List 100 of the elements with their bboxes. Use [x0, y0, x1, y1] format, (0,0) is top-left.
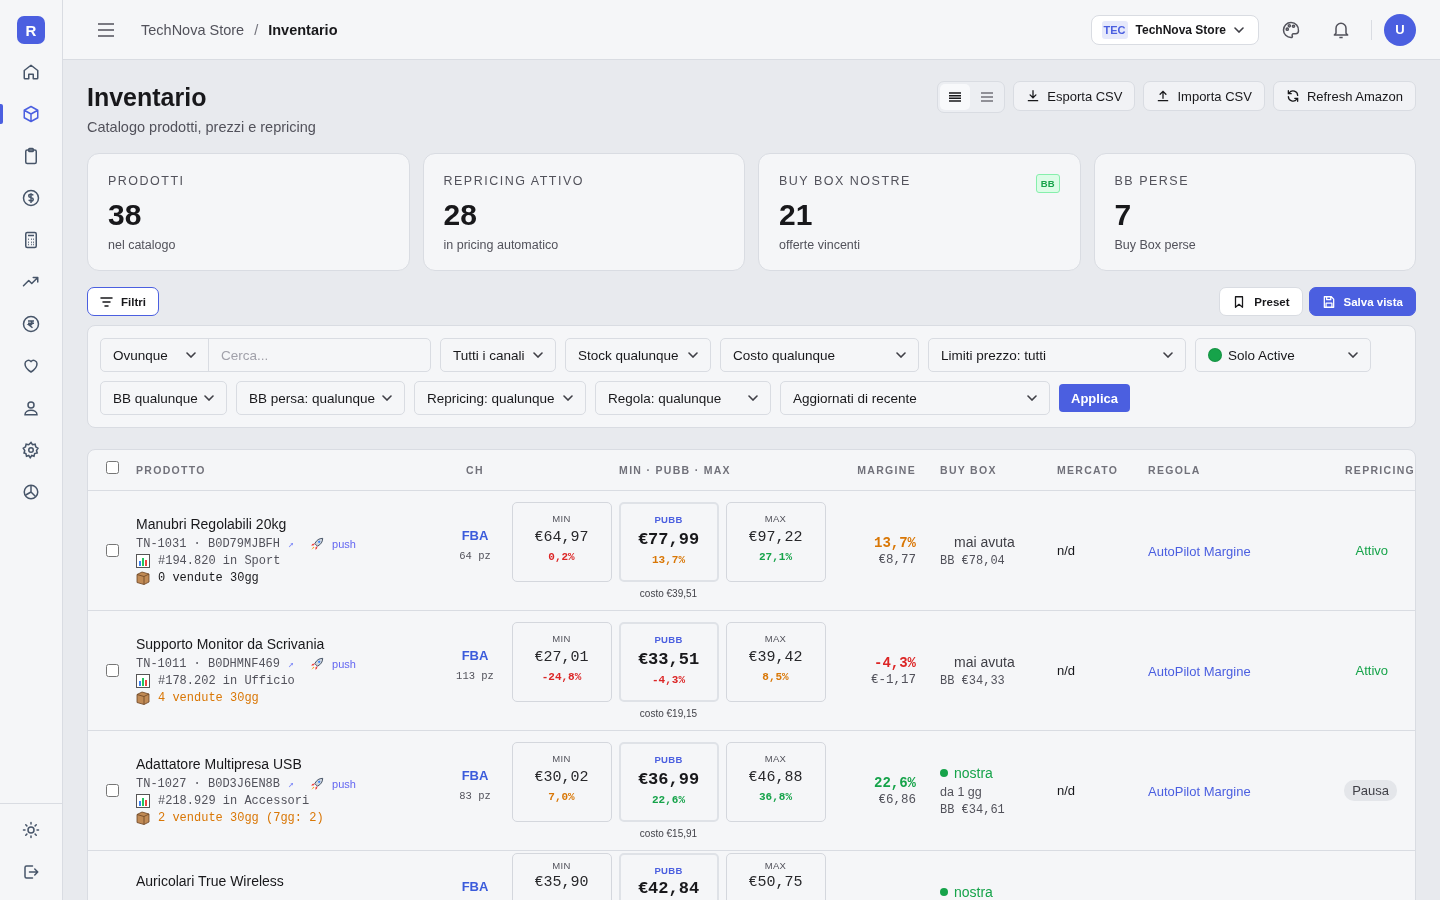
store-code-badge: TEC — [1101, 20, 1128, 39]
breadcrumb-current: Inventario — [268, 21, 338, 38]
price-value: €35,90 — [534, 874, 589, 891]
column-header: REPRICING — [1343, 464, 1415, 476]
price-percent: -4,3% — [652, 674, 685, 686]
filter-select[interactable]: Costo qualunque — [720, 338, 919, 372]
package-icon — [136, 691, 150, 705]
search-field[interactable]: Ovunque Cerca... — [100, 338, 431, 372]
stat-label: BUY BOX NOSTRE — [779, 174, 911, 188]
product-name: Manubri Regolabili 20kg — [136, 516, 288, 532]
price-label: MIN — [552, 513, 571, 524]
bar-chart-icon — [136, 674, 150, 688]
filter-select[interactable]: BB qualunque — [100, 381, 227, 415]
product-sku: TN-1027 · B0D3J6EN8B — [136, 777, 281, 791]
chevron-down-icon — [1027, 395, 1037, 401]
save-icon — [1321, 294, 1336, 309]
margin-percent: -4,3% — [874, 654, 916, 671]
filter-select[interactable]: Limiti prezzo: tutti — [928, 338, 1186, 372]
package-icon — [136, 811, 150, 825]
row-checkbox[interactable] — [105, 544, 119, 557]
filter-select[interactable]: Regola: qualunque — [595, 381, 771, 415]
push-link[interactable]: push — [332, 538, 356, 550]
filter-select[interactable]: Repricing: qualunque — [414, 381, 586, 415]
breadcrumb-separator: / — [254, 21, 259, 38]
filter-select[interactable]: Aggiornati di recente — [780, 381, 1050, 415]
scope-select[interactable]: Ovunque — [101, 339, 209, 371]
sales-count: 4 vendute 30gg — [158, 691, 259, 705]
calculator-icon — [22, 231, 40, 249]
store-selector[interactable]: TEC TechNova Store — [1090, 14, 1259, 45]
stock-count: 113 pz — [456, 669, 494, 682]
rocket-icon — [310, 777, 325, 791]
filter-select[interactable]: BB persa: qualunque — [236, 381, 405, 415]
price-value: €50,75 — [748, 874, 803, 891]
list-icon — [981, 92, 994, 102]
push-link[interactable]: push — [332, 778, 356, 790]
filters-button[interactable]: Filtri — [87, 287, 159, 316]
push-link[interactable]: push — [332, 658, 356, 670]
channel-label: FBA — [461, 879, 489, 894]
buy-box-price: BB €34,61 — [940, 802, 1006, 817]
bar-chart-icon — [136, 554, 150, 568]
package-icon — [136, 571, 150, 585]
download-icon — [1026, 89, 1041, 103]
market-value: n/d — [1057, 543, 1076, 558]
refresh-icon — [1285, 89, 1300, 103]
action-button[interactable]: Importa CSV — [1143, 81, 1265, 111]
chevron-down-icon — [1234, 26, 1244, 33]
preset-button[interactable]: Preset — [1219, 287, 1303, 316]
sales-count: 0 vendute 30gg — [158, 571, 259, 585]
rule-link[interactable]: AutoPilot Margine — [1148, 543, 1251, 559]
search-input[interactable]: Cerca... — [209, 339, 430, 371]
buy-box-status: nostra — [940, 764, 1051, 781]
chevron-down-icon — [896, 352, 906, 358]
margin-amount: €6,86 — [878, 792, 916, 807]
action-button[interactable]: Refresh Amazon — [1272, 81, 1416, 111]
price-value: €30,02 — [534, 769, 589, 786]
user-avatar[interactable]: U — [1384, 13, 1416, 46]
dollar-icon — [22, 189, 40, 207]
chevron-down-icon — [748, 395, 758, 401]
column-header: PRODOTTO — [136, 464, 207, 476]
apply-button[interactable]: Applica — [1059, 384, 1130, 412]
column-header: MERCATO — [1056, 464, 1120, 476]
view-mode-button[interactable] — [940, 84, 971, 110]
filter-select[interactable]: Stock qualunque — [565, 338, 711, 372]
column-header: REGOLA — [1147, 464, 1202, 476]
save-view-button[interactable]: Salva vista — [1308, 287, 1416, 316]
store-name: TechNova Store — [1135, 22, 1226, 37]
stat-value: 28 — [443, 197, 478, 233]
filter-icon — [100, 296, 113, 307]
repricing-status: Attivo — [1355, 543, 1389, 558]
breadcrumb-link[interactable]: TechNova Store — [141, 21, 245, 38]
chevron-down-icon — [186, 352, 196, 358]
filter-select[interactable]: Solo Active — [1195, 338, 1371, 372]
stock-count: 64 pz — [459, 549, 491, 562]
buy-box-since: da 1 gg — [940, 784, 983, 799]
chevron-down-icon — [533, 352, 543, 358]
stat-value: 38 — [108, 197, 143, 233]
row-checkbox[interactable] — [105, 664, 119, 677]
action-button[interactable]: Esporta CSV — [1013, 81, 1136, 111]
column-header: MARGINE — [856, 464, 917, 476]
product-name: Supporto Monitor da Scrivania — [136, 636, 326, 652]
upload-icon — [1156, 89, 1171, 103]
filter-select[interactable]: Tutti i canali — [440, 338, 556, 372]
column-header: BUY BOX — [939, 464, 998, 476]
menu-button[interactable] — [95, 20, 117, 39]
currency-icon — [22, 315, 40, 333]
select-all-checkbox[interactable] — [105, 460, 119, 474]
settings-icon — [22, 441, 40, 459]
stock-count: 83 pz — [459, 789, 491, 802]
rocket-icon — [310, 657, 325, 671]
product-sku: TN-1011 · B0DHMNF469 — [136, 657, 281, 671]
price-percent: 8,5% — [762, 671, 789, 683]
cost-value: costo €19,15 — [639, 708, 698, 719]
price-percent: 27,1% — [759, 551, 792, 563]
price-percent: 0,2% — [548, 551, 575, 563]
rule-link[interactable]: AutoPilot Margine — [1148, 663, 1251, 679]
price-label: MAX — [764, 633, 787, 644]
price-label: PUBB — [654, 514, 683, 525]
price-label: MIN — [552, 860, 571, 871]
rule-link[interactable]: AutoPilot Margine — [1148, 783, 1251, 799]
row-checkbox[interactable] — [105, 784, 119, 797]
